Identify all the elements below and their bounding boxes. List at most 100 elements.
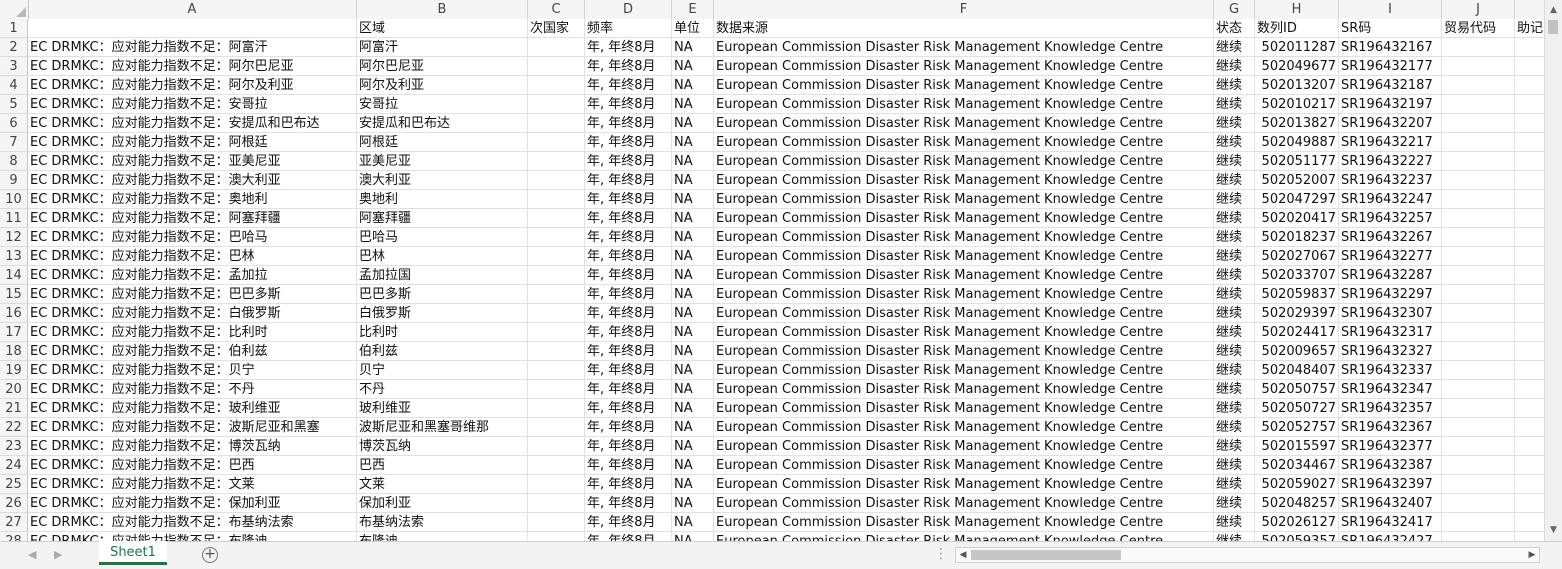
table-cell[interactable]: NA — [672, 95, 714, 114]
table-cell[interactable] — [1515, 247, 1544, 266]
table-cell[interactable] — [1442, 228, 1515, 247]
next-sheet-arrow-icon[interactable]: ▶ — [54, 548, 62, 561]
table-cell[interactable] — [1442, 152, 1515, 171]
table-cell[interactable]: EC DRMKC：应对能力指数不足：不丹 — [28, 380, 357, 399]
table-cell[interactable] — [528, 532, 585, 541]
table-cell[interactable]: 继续 — [1214, 532, 1255, 541]
table-cell[interactable]: 年, 年终8月 — [585, 171, 672, 190]
table-cell[interactable]: European Commission Disaster Risk Manage… — [714, 475, 1214, 494]
table-cell[interactable]: European Commission Disaster Risk Manage… — [714, 171, 1214, 190]
table-cell[interactable] — [1442, 57, 1515, 76]
split-handle-icon[interactable]: ⋮ — [934, 546, 948, 562]
column-header-H[interactable]: H — [1255, 0, 1339, 19]
table-cell[interactable]: 年, 年终8月 — [585, 456, 672, 475]
table-cell[interactable] — [528, 285, 585, 304]
column-header-A[interactable]: A — [28, 0, 357, 19]
table-cell[interactable]: 巴哈马 — [357, 228, 528, 247]
table-cell[interactable] — [1515, 76, 1544, 95]
table-cell[interactable] — [1442, 437, 1515, 456]
prev-sheet-arrow-icon[interactable]: ◀ — [28, 548, 36, 561]
column-header-C[interactable]: C — [528, 0, 585, 19]
select-all-triangle-icon[interactable] — [16, 7, 26, 17]
row-header[interactable]: 27 — [0, 513, 28, 532]
table-cell[interactable]: European Commission Disaster Risk Manage… — [714, 342, 1214, 361]
horizontal-scroll-thumb[interactable] — [971, 550, 1121, 560]
table-cell[interactable] — [1515, 95, 1544, 114]
table-cell[interactable] — [1515, 418, 1544, 437]
table-cell[interactable]: 502048257 — [1255, 494, 1339, 513]
table-cell[interactable]: SR196432217 — [1339, 133, 1442, 152]
table-cell[interactable] — [1515, 152, 1544, 171]
row-header[interactable]: 14 — [0, 266, 28, 285]
column-header-F[interactable]: F — [714, 0, 1214, 19]
table-cell[interactable]: NA — [672, 266, 714, 285]
table-cell[interactable]: NA — [672, 285, 714, 304]
row-header[interactable]: 28 — [0, 532, 28, 541]
table-cell[interactable]: NA — [672, 342, 714, 361]
table-cell[interactable] — [1442, 418, 1515, 437]
table-cell[interactable]: SR196432257 — [1339, 209, 1442, 228]
row-header[interactable]: 21 — [0, 399, 28, 418]
table-cell[interactable]: European Commission Disaster Risk Manage… — [714, 418, 1214, 437]
table-cell[interactable]: 502026127 — [1255, 513, 1339, 532]
table-cell[interactable]: European Commission Disaster Risk Manage… — [714, 247, 1214, 266]
table-cell[interactable] — [528, 456, 585, 475]
table-cell[interactable]: SR196432177 — [1339, 57, 1442, 76]
row-header[interactable]: 7 — [0, 133, 28, 152]
row-header[interactable]: 11 — [0, 209, 28, 228]
table-cell[interactable] — [528, 228, 585, 247]
table-cell[interactable] — [1442, 361, 1515, 380]
add-sheet-button[interactable]: + — [202, 547, 218, 563]
header-cell[interactable]: 数据来源 — [714, 19, 1214, 38]
table-cell[interactable]: 继续 — [1214, 437, 1255, 456]
row-header[interactable]: 1 — [0, 19, 28, 38]
table-cell[interactable] — [1442, 171, 1515, 190]
table-cell[interactable]: 继续 — [1214, 57, 1255, 76]
table-cell[interactable]: 502018237 — [1255, 228, 1339, 247]
table-cell[interactable]: 年, 年终8月 — [585, 152, 672, 171]
table-cell[interactable]: 502052007 — [1255, 171, 1339, 190]
table-cell[interactable]: EC DRMKC：应对能力指数不足：孟加拉 — [28, 266, 357, 285]
table-cell[interactable]: 亚美尼亚 — [357, 152, 528, 171]
table-cell[interactable]: NA — [672, 190, 714, 209]
table-cell[interactable] — [1515, 57, 1544, 76]
table-cell[interactable]: SR196432327 — [1339, 342, 1442, 361]
table-cell[interactable]: 文莱 — [357, 475, 528, 494]
table-cell[interactable]: 年, 年终8月 — [585, 57, 672, 76]
table-cell[interactable]: NA — [672, 304, 714, 323]
table-cell[interactable]: SR196432307 — [1339, 304, 1442, 323]
table-cell[interactable] — [1515, 380, 1544, 399]
table-cell[interactable]: 安提瓜和巴布达 — [357, 114, 528, 133]
table-cell[interactable]: NA — [672, 114, 714, 133]
table-cell[interactable] — [1442, 475, 1515, 494]
table-cell[interactable]: 继续 — [1214, 228, 1255, 247]
table-cell[interactable]: 继续 — [1214, 513, 1255, 532]
table-cell[interactable]: 502011287 — [1255, 38, 1339, 57]
header-cell[interactable]: 贸易代码 — [1442, 19, 1515, 38]
table-cell[interactable]: 年, 年终8月 — [585, 342, 672, 361]
row-header[interactable]: 16 — [0, 304, 28, 323]
scroll-right-arrow-icon[interactable]: ▶ — [1525, 548, 1539, 562]
table-cell[interactable]: SR196432417 — [1339, 513, 1442, 532]
table-cell[interactable]: 年, 年终8月 — [585, 494, 672, 513]
table-cell[interactable]: 继续 — [1214, 399, 1255, 418]
table-cell[interactable] — [1442, 38, 1515, 57]
table-cell[interactable]: EC DRMKC：应对能力指数不足：阿根廷 — [28, 133, 357, 152]
table-cell[interactable] — [1442, 494, 1515, 513]
table-cell[interactable]: European Commission Disaster Risk Manage… — [714, 190, 1214, 209]
table-cell[interactable] — [528, 76, 585, 95]
vertical-scrollbar[interactable]: ▲ ▼ — [1544, 0, 1562, 541]
table-cell[interactable]: NA — [672, 152, 714, 171]
table-cell[interactable]: SR196432427 — [1339, 532, 1442, 541]
table-cell[interactable]: EC DRMKC：应对能力指数不足：波斯尼亚和黑塞 — [28, 418, 357, 437]
sheet-tab[interactable]: Sheet1 — [99, 541, 167, 565]
table-cell[interactable]: EC DRMKC：应对能力指数不足：巴西 — [28, 456, 357, 475]
table-cell[interactable] — [1442, 380, 1515, 399]
table-cell[interactable]: 502020417 — [1255, 209, 1339, 228]
table-cell[interactable] — [1515, 494, 1544, 513]
table-cell[interactable] — [1515, 133, 1544, 152]
table-cell[interactable]: NA — [672, 171, 714, 190]
table-cell[interactable]: EC DRMKC：应对能力指数不足：玻利维亚 — [28, 399, 357, 418]
column-header-E[interactable]: E — [672, 0, 714, 19]
table-cell[interactable]: 502059837 — [1255, 285, 1339, 304]
